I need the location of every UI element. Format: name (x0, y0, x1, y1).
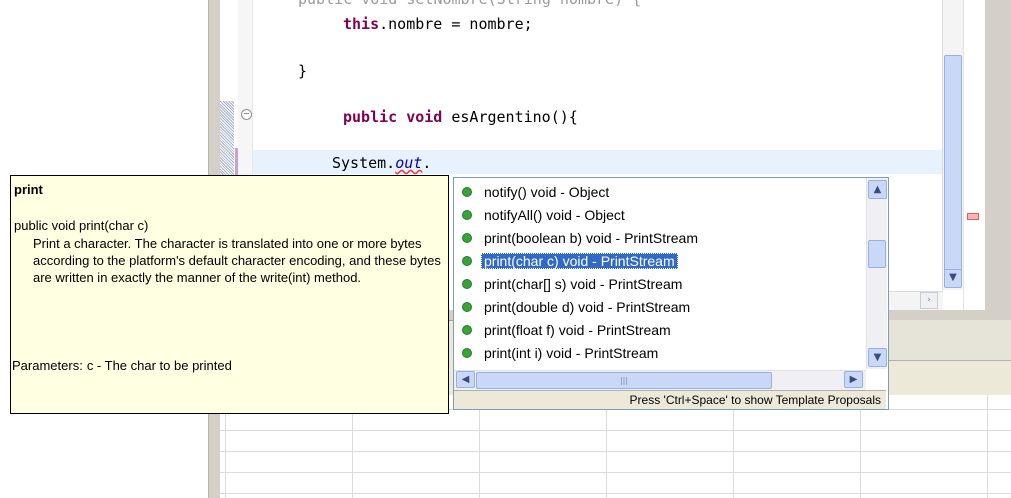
code-line-assign: this.nombre = nombre; (343, 15, 533, 33)
content-assist-popup[interactable]: notify() void - Object notifyAll() void … (453, 177, 889, 410)
proposal-item[interactable]: notifyAll() void - Object (462, 206, 628, 225)
javadoc-title: print (14, 182, 43, 197)
parameters-value: c - The char to be printed (86, 358, 232, 373)
proposal-list[interactable]: notify() void - Object notifyAll() void … (454, 178, 866, 370)
proposal-label: print(boolean b) void - PrintStream (484, 230, 698, 246)
proposal-label: notify() void - Object (484, 184, 610, 200)
public-method-icon (462, 256, 472, 266)
keyword-void: void (406, 108, 443, 126)
code-line-close-brace: } (298, 62, 308, 80)
arrow-down-icon[interactable]: ▼ (868, 348, 887, 367)
collapse-icon[interactable]: − (241, 109, 252, 120)
proposal-vertical-scrollbar[interactable] (866, 178, 887, 369)
parameters-label: Parameters: (12, 358, 83, 373)
proposal-label: notifyAll() void - Object (484, 207, 625, 223)
javadoc-parameters: Parameters: c - The char to be printed (12, 358, 232, 373)
keyword-this: this (343, 15, 380, 33)
proposal-label: print(char[] s) void - PrintStream (484, 276, 683, 292)
proposal-item[interactable]: print(char[] s) void - PrintStream (462, 275, 685, 294)
code-assign-rest: .nombre = nombre; (379, 15, 533, 33)
javadoc-signature: public void print(char c) (14, 218, 149, 233)
proposal-item[interactable]: print(int i) void - PrintStream (462, 344, 661, 363)
public-method-icon (462, 233, 472, 243)
public-method-icon (462, 325, 472, 335)
code-dot: . (422, 154, 432, 172)
keyword-public: public (343, 108, 398, 126)
arrow-left-icon[interactable]: ◀ (456, 371, 475, 388)
proposal-status-bar: Press 'Ctrl+Space' to show Template Prop… (454, 390, 886, 409)
proposal-scroll-thumb[interactable] (868, 240, 886, 268)
public-method-icon (462, 279, 472, 289)
proposal-item[interactable]: print(float f) void - PrintStream (462, 321, 674, 340)
proposal-label: print(int i) void - PrintStream (484, 345, 659, 361)
proposal-item[interactable]: print(double d) void - PrintStream (462, 298, 693, 317)
public-method-icon (462, 210, 472, 220)
proposal-item[interactable]: print(boolean b) void - PrintStream (462, 229, 701, 248)
code-line-method-decl: public void esArgentino(){ (343, 108, 578, 126)
code-line-current[interactable]: System.out. (332, 154, 431, 172)
proposal-item-selected[interactable]: print(char c) void - PrintStream (462, 252, 678, 271)
arrow-up-icon[interactable]: ▲ (868, 180, 887, 199)
javadoc-description: Print a character. The character is tran… (33, 236, 441, 285)
javadoc-popup: print public void print(char c) Print a … (10, 175, 449, 414)
panel-tab-strip (885, 320, 1011, 361)
proposal-hscroll-thumb[interactable]: ||| (476, 372, 772, 389)
proposal-item[interactable]: notify() void - Object (462, 183, 612, 202)
method-signature: esArgentino(){ (442, 108, 578, 126)
status-text: Press 'Ctrl+Space' to show Template Prop… (629, 393, 881, 407)
public-method-icon (462, 187, 472, 197)
arrow-right-icon[interactable]: › (920, 292, 938, 309)
error-marker[interactable] (967, 213, 979, 220)
arrow-down-icon[interactable]: ▼ (944, 269, 962, 288)
arrow-right-icon[interactable]: ▶ (844, 371, 863, 388)
window-right-frame (985, 0, 1011, 320)
public-method-icon (462, 302, 472, 312)
code-system: System. (332, 154, 396, 172)
editor-scroll-thumb[interactable] (944, 55, 962, 272)
overview-ruler (963, 0, 986, 310)
code-line-setter: public void setNombre(String nombre) { (298, 0, 641, 8)
public-method-icon (462, 348, 472, 358)
code-out-field: out (395, 154, 423, 172)
proposal-label: print(char c) void - PrintStream (481, 253, 678, 269)
proposal-label: print(double d) void - PrintStream (484, 299, 691, 315)
proposal-label: print(float f) void - PrintStream (484, 322, 671, 338)
